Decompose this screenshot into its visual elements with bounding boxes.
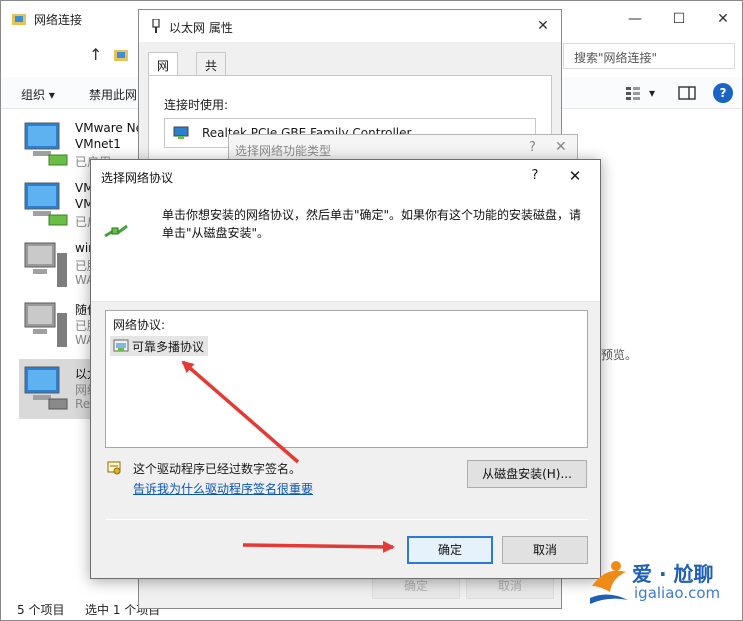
network-cable-icon: [104, 224, 128, 238]
protocol-cancel-button[interactable]: 取消: [502, 536, 588, 564]
item-count: 5 个项目: [17, 603, 65, 617]
network-adapter-icon: [24, 366, 68, 410]
protocol-header: 单击你想安装的网络协议，然后单击"确定"。如果你有这个功能的安装磁盘，请单击"从…: [91, 192, 600, 302]
feature-dialog-title: 选择网络功能类型: [235, 144, 332, 158]
have-disk-button[interactable]: 从磁盘安装(H)...: [467, 460, 587, 488]
maximize-button[interactable]: ☐: [665, 7, 693, 31]
network-folder-icon: [12, 14, 26, 25]
preview-pane-text: 预览。: [601, 348, 638, 362]
feature-close-button[interactable]: ✕: [555, 139, 567, 155]
properties-title: 以太网 属性: [169, 21, 233, 35]
protocol-ok-button[interactable]: 确定: [407, 536, 493, 564]
signed-driver-text: 这个驱动程序已经过数字签名。: [133, 462, 302, 476]
signed-driver-icon: [107, 461, 121, 475]
minimize-button[interactable]: —: [621, 7, 649, 31]
explorer-title: 网络连接: [34, 13, 83, 27]
preview-pane-icon[interactable]: [678, 85, 696, 101]
protocol-item-label: 可靠多播协议: [132, 340, 205, 354]
organize-menu[interactable]: 组织 ▾: [21, 86, 55, 103]
watermark-url: igaliao.com: [634, 584, 721, 602]
network-adapter-icon: [24, 182, 68, 226]
properties-titlebar: 以太网 属性 ✕: [139, 10, 561, 42]
view-options-icon[interactable]: [625, 85, 641, 101]
driver-signing-link[interactable]: 告诉我为什么驱动程序签名很重要: [133, 480, 313, 497]
feature-type-dialog: 选择网络功能类型 ? ✕: [228, 134, 578, 162]
search-input[interactable]: 搜索"网络连接": [563, 43, 735, 69]
dialog-divider: [105, 519, 588, 520]
usb-plug-icon: [152, 19, 160, 33]
protocol-list[interactable]: 网络协议: 可靠多播协议: [105, 310, 588, 448]
up-arrow-icon[interactable]: ↑: [89, 45, 102, 64]
connect-using-label: 连接时使用:: [164, 98, 229, 112]
protocol-dialog-title: 选择网络协议: [101, 171, 174, 185]
protocol-list-label: 网络协议:: [113, 318, 166, 332]
protocol-instructions: 单击你想安装的网络协议，然后单击"确定"。如果你有这个功能的安装磁盘，请单击"从…: [162, 208, 582, 240]
protocol-item-reliable-multicast[interactable]: 可靠多播协议: [110, 336, 209, 356]
network-folder-icon: [114, 50, 128, 61]
disable-device-button[interactable]: 禁用此网: [89, 86, 137, 103]
network-computer-icon: [24, 302, 67, 347]
network-adapter-icon: [173, 126, 189, 139]
network-computer-icon: [24, 242, 67, 287]
network-adapter-icon: [24, 122, 68, 166]
protocol-close-button[interactable]: ✕: [565, 166, 585, 186]
help-icon[interactable]: ?: [713, 83, 733, 103]
protocol-icon: [113, 339, 129, 352]
watermark-brand: 爱 · 尬聊: [632, 562, 714, 586]
protocol-help-button[interactable]: ?: [525, 166, 545, 186]
properties-close-button[interactable]: ✕: [533, 16, 553, 36]
close-window-button[interactable]: ✕: [709, 7, 737, 31]
view-dropdown[interactable]: ▾: [649, 86, 655, 100]
protocol-titlebar: 选择网络协议 ? ✕: [91, 160, 600, 192]
select-protocol-dialog: 选择网络协议 ? ✕ 单击你想安装的网络协议，然后单击"确定"。如果你有这个功能…: [90, 159, 601, 579]
watermark-logo-icon: [590, 561, 628, 604]
tab-sharing[interactable]: 共享: [196, 52, 227, 90]
feature-help-button[interactable]: ?: [529, 140, 536, 155]
